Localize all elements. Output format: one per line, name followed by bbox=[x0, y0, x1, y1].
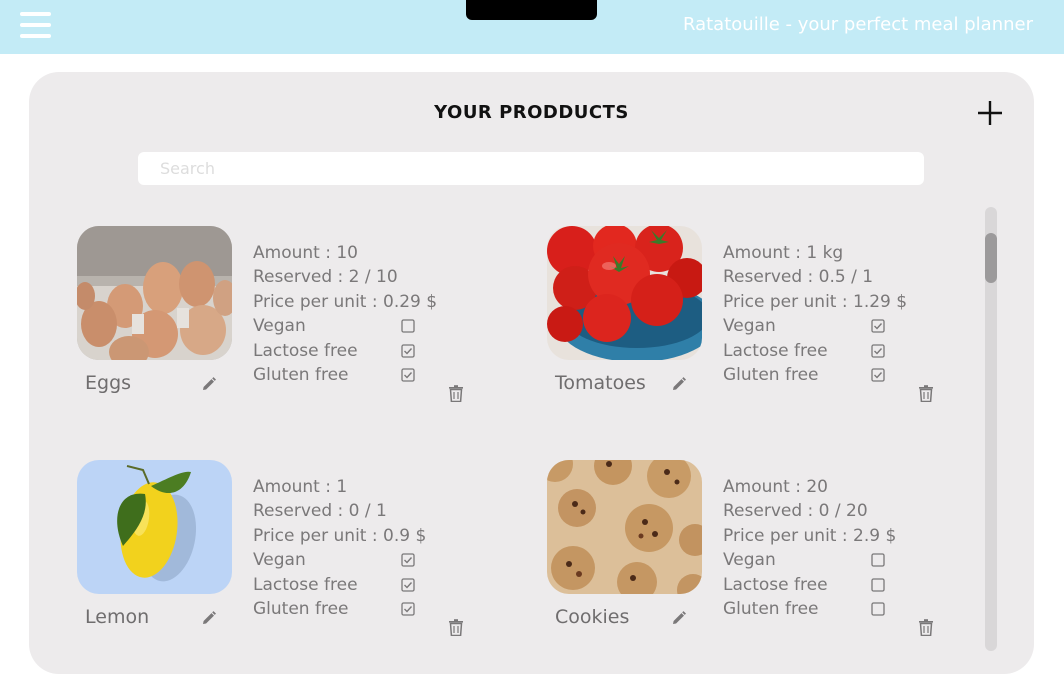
vegan-row: Vegan bbox=[723, 314, 907, 338]
lactose-row: Lactose free bbox=[723, 339, 907, 363]
vegan-row: Vegan bbox=[253, 314, 437, 338]
edit-pencil-icon[interactable] bbox=[201, 610, 217, 626]
lactose-row: Lactose free bbox=[253, 573, 426, 597]
reserved-row: Reserved : 0 / 1 bbox=[253, 501, 387, 522]
lactose-free-checkbox[interactable] bbox=[871, 343, 885, 358]
scrollbar-track[interactable] bbox=[985, 207, 997, 651]
product-name: Eggs bbox=[85, 372, 132, 394]
product-name: Lemon bbox=[85, 606, 150, 628]
edit-pencil-icon[interactable] bbox=[201, 376, 217, 392]
amount-row: Amount : 20 bbox=[723, 477, 828, 497]
top-bar: Ratatouille - your perfect meal planner bbox=[0, 0, 1064, 54]
product-card-tomatoes: Tomatoes Amount : 1 kg Reserved : 0.5 / … bbox=[547, 226, 947, 416]
product-details: Amount : 1 Reserved : 0 / 1 Price per un… bbox=[253, 475, 426, 621]
eggs-photo bbox=[77, 226, 232, 360]
lactose-free-checkbox[interactable] bbox=[401, 577, 415, 592]
edit-pencil-icon[interactable] bbox=[671, 376, 687, 392]
products-panel: YOUR PRODDUCTS Egg bbox=[29, 72, 1034, 674]
trash-icon[interactable] bbox=[448, 619, 464, 636]
cookies-photo bbox=[547, 460, 702, 594]
price-row: Price per unit : 0.9 $ bbox=[253, 525, 427, 546]
vegan-checkbox[interactable] bbox=[401, 553, 415, 567]
price-row: Price per unit : 0.29 $ bbox=[253, 291, 438, 312]
tomatoes-photo bbox=[547, 226, 702, 360]
product-name: Tomatoes bbox=[555, 372, 646, 394]
scrollbar-thumb[interactable] bbox=[985, 233, 997, 283]
gluten-free-checkbox[interactable] bbox=[871, 602, 885, 616]
edit-pencil-icon[interactable] bbox=[671, 610, 687, 626]
product-card-cookies: Cookies Amount : 20 Reserved : 0 / 20 Pr… bbox=[547, 460, 947, 650]
trash-icon[interactable] bbox=[448, 385, 464, 402]
reserved-row: Reserved : 2 / 10 bbox=[253, 267, 398, 288]
app-title: Ratatouille - your perfect meal planner bbox=[682, 14, 1033, 35]
trash-icon[interactable] bbox=[918, 385, 934, 402]
lactose-row: Lactose free bbox=[723, 573, 896, 597]
gluten-row: Gluten free bbox=[723, 363, 907, 387]
vegan-row: Vegan bbox=[253, 548, 426, 572]
product-card-lemon: Lemon Amount : 1 Reserved : 0 / 1 Price … bbox=[77, 460, 477, 650]
gluten-row: Gluten free bbox=[253, 363, 437, 387]
product-details: Amount : 1 kg Reserved : 0.5 / 1 Price p… bbox=[723, 241, 907, 387]
reserved-row: Reserved : 0 / 20 bbox=[723, 501, 868, 522]
vegan-checkbox[interactable] bbox=[871, 319, 885, 333]
hamburger-menu-icon[interactable] bbox=[20, 12, 51, 42]
vegan-checkbox[interactable] bbox=[401, 319, 415, 333]
add-product-button[interactable] bbox=[975, 98, 1005, 128]
amount-row: Amount : 1 kg bbox=[723, 243, 844, 263]
product-details: Amount : 10 Reserved : 2 / 10 Price per … bbox=[253, 241, 437, 387]
page-title: YOUR PRODDUCTS bbox=[434, 102, 629, 123]
lactose-row: Lactose free bbox=[253, 339, 437, 363]
lactose-free-checkbox[interactable] bbox=[871, 577, 885, 592]
lactose-free-checkbox[interactable] bbox=[401, 343, 415, 358]
product-name: Cookies bbox=[555, 606, 630, 628]
reserved-row: Reserved : 0.5 / 1 bbox=[723, 267, 874, 288]
lemon-photo bbox=[77, 460, 232, 594]
gluten-free-checkbox[interactable] bbox=[401, 368, 415, 382]
price-row: Price per unit : 2.9 $ bbox=[723, 525, 897, 546]
vegan-row: Vegan bbox=[723, 548, 896, 572]
gluten-row: Gluten free bbox=[723, 597, 896, 621]
gluten-free-checkbox[interactable] bbox=[871, 368, 885, 382]
vegan-checkbox[interactable] bbox=[871, 553, 885, 567]
gluten-free-checkbox[interactable] bbox=[401, 602, 415, 616]
camera-notch bbox=[466, 0, 597, 20]
product-details: Amount : 20 Reserved : 0 / 20 Price per … bbox=[723, 475, 896, 621]
product-card-eggs: Eggs Amount : 10 Reserved : 2 / 10 Price… bbox=[77, 226, 477, 416]
amount-row: Amount : 1 bbox=[253, 477, 348, 497]
trash-icon[interactable] bbox=[918, 619, 934, 636]
search-input[interactable] bbox=[138, 152, 924, 185]
price-row: Price per unit : 1.29 $ bbox=[723, 291, 908, 312]
amount-row: Amount : 10 bbox=[253, 243, 358, 263]
gluten-row: Gluten free bbox=[253, 597, 426, 621]
